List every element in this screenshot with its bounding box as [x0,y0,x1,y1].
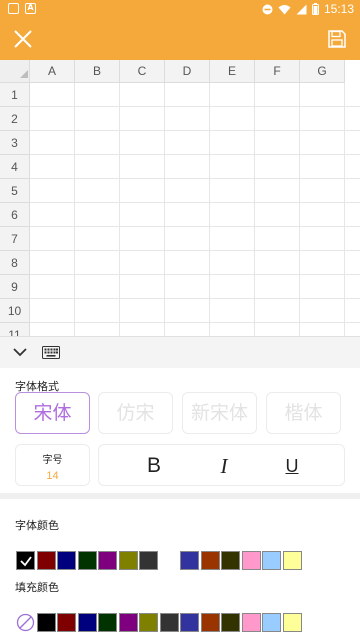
format-toolbar [0,336,360,368]
fill-color-palette [16,613,302,632]
fill-color-swatch[interactable] [57,613,76,632]
status-time: 15:13 [323,2,354,16]
fill-color-swatch[interactable] [262,613,281,632]
chevron-down-icon[interactable] [12,345,28,359]
save-icon[interactable] [326,28,348,50]
column-header[interactable]: G [300,60,345,83]
spreadsheet-grid[interactable]: ABCDEFG 1 2 3 4 5 6 7 8 9 10 11 [0,60,360,336]
column-header[interactable]: E [210,60,255,83]
font-size-label: 字号 [42,455,63,466]
fill-color-swatch[interactable] [200,613,220,632]
section-divider [0,493,360,499]
no-fill-swatch[interactable] [16,613,35,632]
row-header[interactable]: 2 [0,107,30,131]
fill-color-swatch[interactable] [36,613,56,632]
font-color-palette [16,551,302,570]
no-fill-icon [16,613,35,632]
bold-button[interactable]: B [139,453,169,479]
gridline [30,130,360,131]
fill-color-swatch[interactable] [159,613,179,632]
signal-icon [296,4,307,14]
status-bar: A 15:13 [0,0,360,18]
fill-color-label: 填充颜色 [15,581,59,594]
gridline [30,274,360,275]
fill-color-swatch[interactable] [77,613,97,632]
row-header[interactable]: 3 [0,131,30,155]
wifi-icon [278,4,291,14]
gridline [30,202,360,203]
close-icon[interactable] [10,26,36,52]
font-color-swatch[interactable] [36,551,56,570]
notification-a-icon: A [25,3,36,14]
gridline [30,298,360,299]
gridline [30,154,360,155]
font-option-songti[interactable]: 宋体 [15,392,90,434]
font-color-swatch[interactable] [262,551,281,570]
font-option-xinsongti[interactable]: 新宋体 [182,392,257,434]
font-color-swatch[interactable] [118,551,138,570]
text-style-group: B I U [98,444,345,486]
row-header[interactable]: 1 [0,83,30,107]
gridline [30,250,360,251]
row-header[interactable]: 4 [0,155,30,179]
font-color-swatch[interactable] [241,551,261,570]
column-header[interactable]: D [165,60,210,83]
column-header[interactable]: C [120,60,165,83]
gridline [30,322,360,323]
column-header[interactable]: F [255,60,300,83]
fill-color-swatch[interactable] [282,613,302,632]
row-header[interactable]: 6 [0,203,30,227]
fill-color-swatch[interactable] [118,613,138,632]
font-color-swatch[interactable] [200,551,220,570]
font-color-swatch[interactable] [221,551,240,570]
font-size-value: 14 [46,470,59,482]
format-panel: 字体格式 宋体 仿宋 新宋体 楷体 字号 14 B I U 字体颜色 填充颜色 [0,368,360,640]
keyboard-icon[interactable] [42,346,60,359]
row-header[interactable]: 11 [0,323,30,336]
check-icon [20,556,32,567]
font-color-swatch[interactable] [57,551,76,570]
font-color-swatch[interactable] [98,551,117,570]
underline-button[interactable]: U [277,453,307,479]
fill-color-swatch[interactable] [139,613,158,632]
do-not-disturb-icon [262,4,273,14]
column-header[interactable]: A [30,60,75,83]
battery-icon [311,3,319,15]
font-color-swatch[interactable] [180,551,199,570]
row-header[interactable]: 5 [0,179,30,203]
select-all-corner[interactable] [0,60,30,83]
font-color-swatch[interactable] [282,551,302,570]
gridline [30,226,360,227]
row-header[interactable]: 8 [0,251,30,275]
fill-color-swatch[interactable] [180,613,199,632]
italic-button[interactable]: I [209,453,239,479]
swatch-spacer [160,551,179,570]
row-header[interactable]: 7 [0,227,30,251]
font-size-button[interactable]: 字号 14 [15,444,90,486]
row-header[interactable]: 10 [0,299,30,323]
column-header[interactable]: B [75,60,120,83]
font-color-swatch[interactable] [77,551,97,570]
font-color-swatch[interactable] [139,551,158,570]
font-color-label: 字体颜色 [15,519,59,532]
gridline [30,106,360,107]
notification-image-icon [8,3,19,14]
gridline [30,178,360,179]
font-option-kaiti[interactable]: 楷体 [266,392,341,434]
row-header[interactable]: 9 [0,275,30,299]
fill-color-swatch[interactable] [98,613,117,632]
font-option-fangsong[interactable]: 仿宋 [98,392,173,434]
fill-color-swatch[interactable] [221,613,240,632]
app-bar [0,18,360,60]
fill-color-swatch[interactable] [241,613,261,632]
font-color-swatch[interactable] [16,551,35,570]
